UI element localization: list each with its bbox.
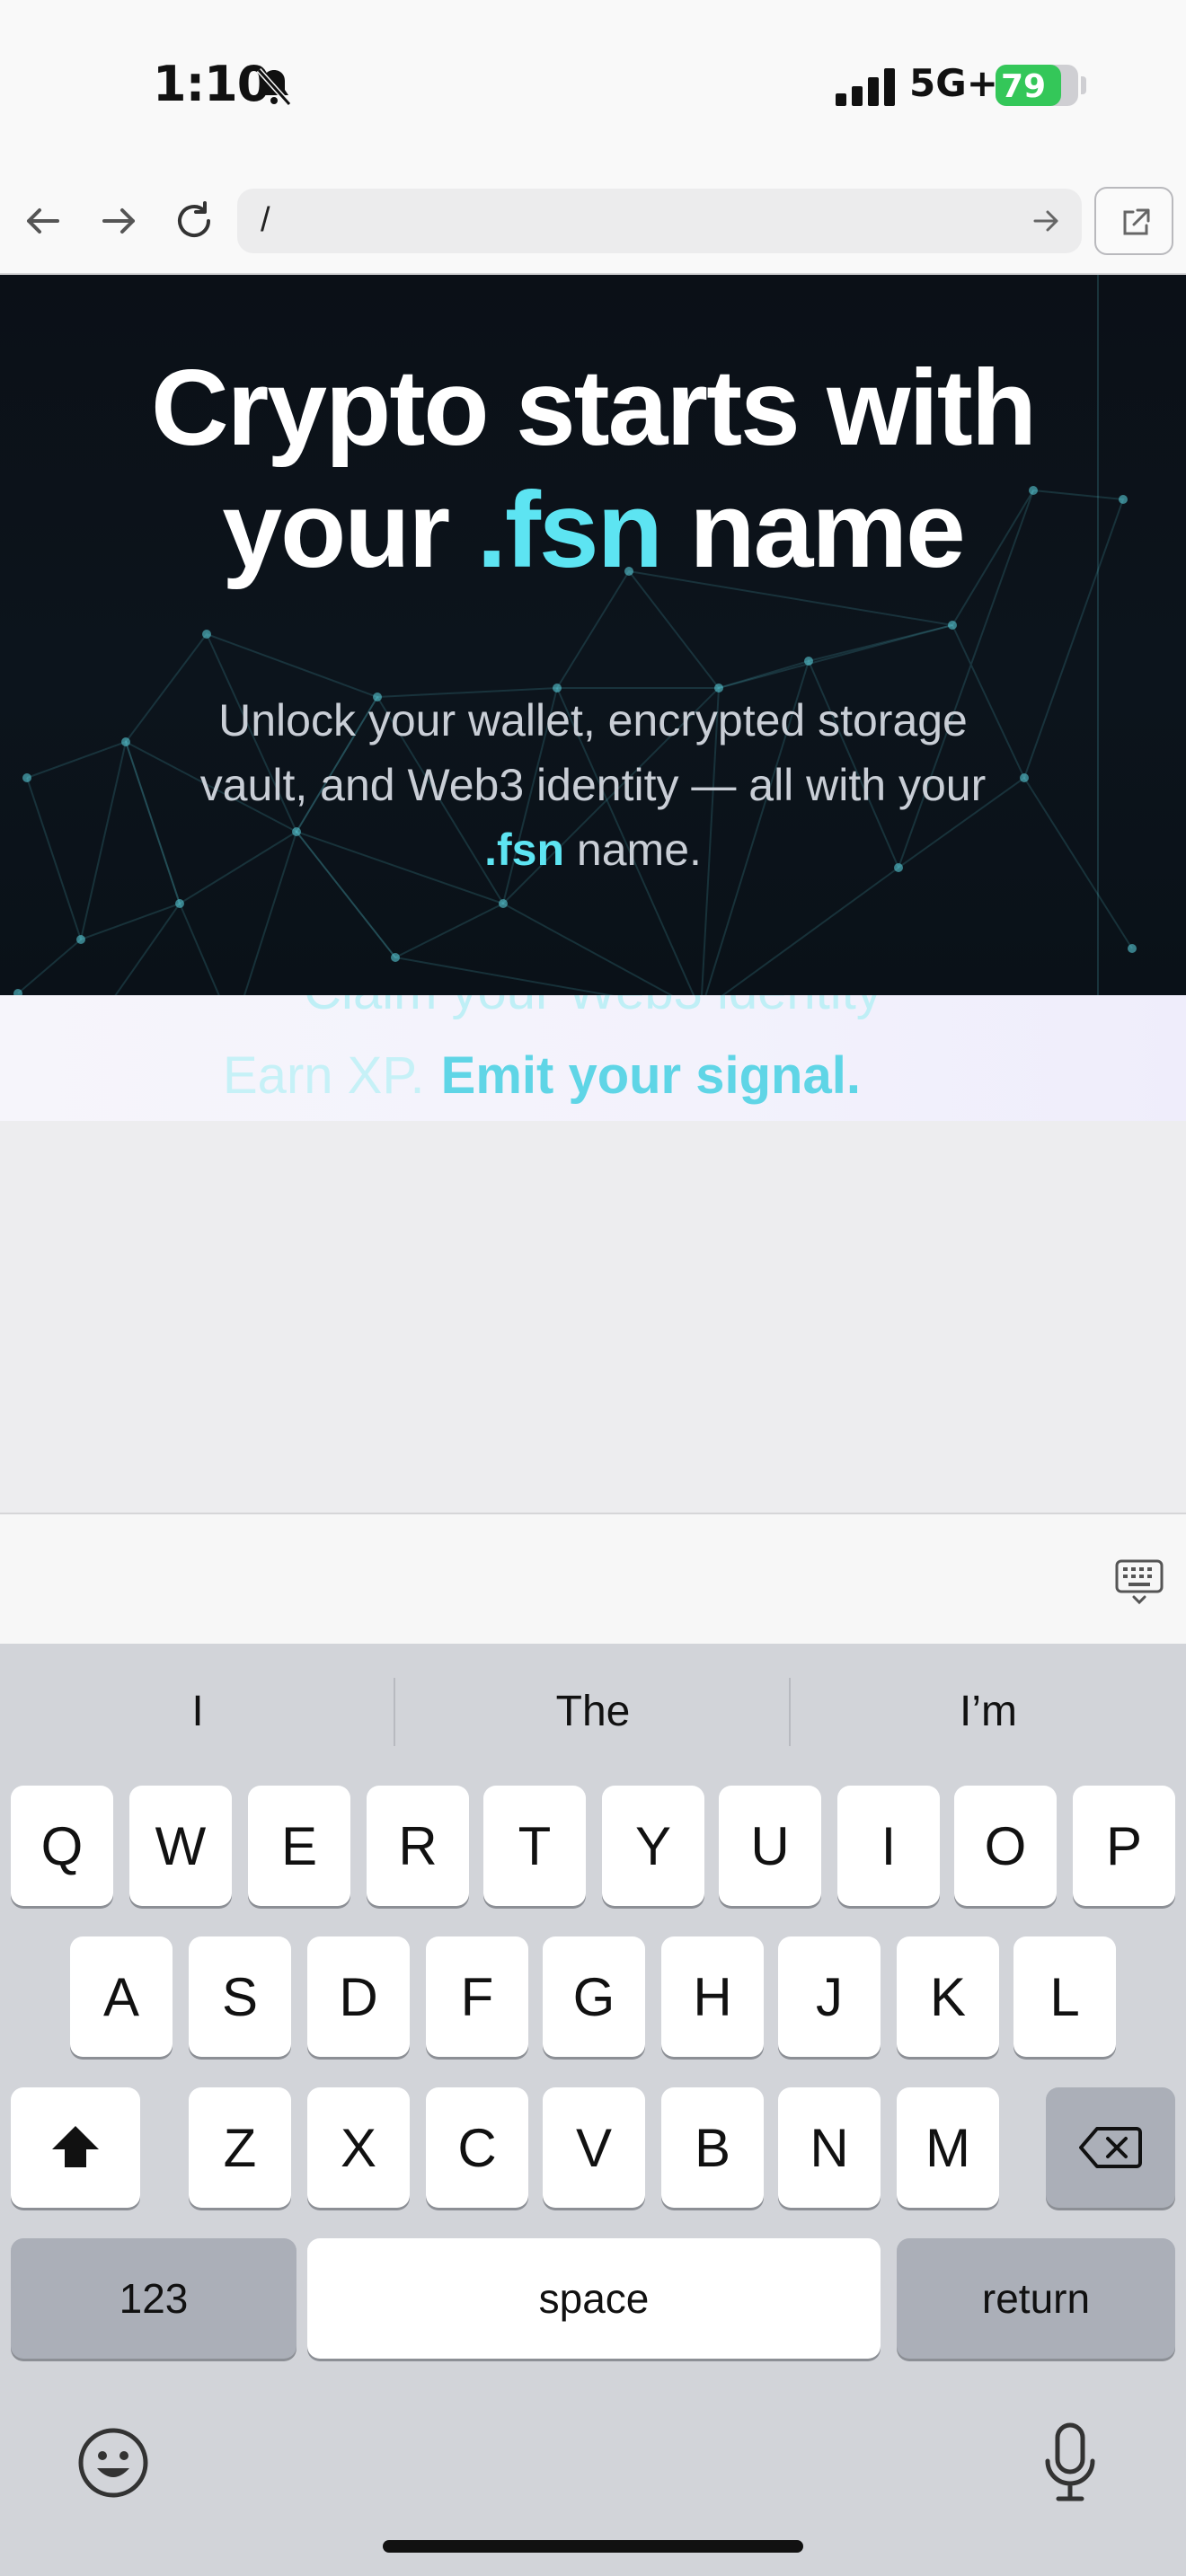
battery-nub: [1081, 76, 1086, 94]
key-i[interactable]: I: [837, 1786, 940, 1906]
battery-level: 79: [1001, 68, 1047, 105]
key-t[interactable]: T: [483, 1786, 586, 1906]
hero-title-accent: .fsn: [476, 470, 663, 590]
key-e[interactable]: E: [248, 1786, 350, 1906]
return-key[interactable]: return: [897, 2238, 1175, 2359]
key-d[interactable]: D: [307, 1936, 410, 2057]
suggestion-bar: I The I’m: [0, 1644, 1186, 1778]
bell-muted-icon: [256, 67, 292, 107]
key-b[interactable]: B: [661, 2087, 764, 2208]
earn-xp-text: Earn XP.: [223, 1046, 425, 1105]
shift-key[interactable]: [11, 2087, 140, 2208]
hero-subtitle-end: name.: [576, 825, 702, 875]
hero-title-line2: your .fsn name: [0, 469, 1186, 591]
key-a[interactable]: A: [70, 1936, 173, 2057]
hero-subtitle: Unlock your wallet, encrypted storage va…: [99, 688, 1087, 882]
key-n[interactable]: N: [778, 2087, 881, 2208]
hero-title-prefix: your: [222, 470, 450, 590]
backspace-key[interactable]: [1046, 2087, 1175, 2208]
forward-arrow-icon[interactable]: [93, 196, 144, 246]
url-bar[interactable]: /: [237, 189, 1082, 253]
key-k[interactable]: K: [897, 1936, 999, 2057]
suggestion-2[interactable]: The: [395, 1687, 791, 1736]
network-type: 5G+: [909, 61, 998, 105]
microphone-icon[interactable]: [1040, 2422, 1100, 2504]
key-z[interactable]: Z: [189, 2087, 291, 2208]
backspace-icon: [1079, 2127, 1142, 2168]
key-u[interactable]: U: [719, 1786, 821, 1906]
keyboard-accessory-bar: [0, 1513, 1186, 1645]
hero-subtitle-line2: vault, and Web3 identity — all with your: [199, 760, 987, 810]
key-o[interactable]: O: [954, 1786, 1057, 1906]
reload-icon[interactable]: [169, 196, 219, 246]
keyboard-dismiss-icon[interactable]: [1114, 1556, 1164, 1606]
open-external-button[interactable]: [1094, 187, 1173, 255]
suggestion-1[interactable]: I: [0, 1687, 395, 1736]
key-v[interactable]: V: [543, 2087, 645, 2208]
hero-subtitle-line1: Unlock your wallet, encrypted storage: [218, 695, 968, 745]
url-text: /: [261, 201, 270, 239]
hero-subtitle-accent: .fsn: [484, 825, 565, 875]
claim-tagline: Earn XP. Emit your signal.: [223, 1045, 861, 1106]
key-w[interactable]: W: [129, 1786, 232, 1906]
numbers-key[interactable]: 123: [11, 2238, 296, 2359]
claim-headline: Claim your Web3 identity: [0, 995, 1186, 1021]
key-s[interactable]: S: [189, 1936, 291, 2057]
hero-section: Crypto starts with your .fsn name Unlock…: [0, 275, 1186, 995]
key-y[interactable]: Y: [602, 1786, 704, 1906]
emit-signal-text: Emit your signal.: [440, 1046, 861, 1105]
key-p[interactable]: P: [1073, 1786, 1175, 1906]
hero-title: Crypto starts with your .fsn name: [0, 347, 1186, 591]
emoji-icon[interactable]: [75, 2425, 151, 2501]
browser-toolbar: /: [0, 171, 1186, 275]
shift-arrow-icon: [52, 2126, 99, 2167]
key-g[interactable]: G: [543, 1936, 645, 2057]
hero-title-line1: Crypto starts with: [150, 348, 1037, 468]
key-l[interactable]: L: [1013, 1936, 1116, 2057]
keyboard: I The I’m Q W E R T Y U I O P A S D F G …: [0, 1644, 1186, 2576]
hero-title-suffix: name: [689, 470, 965, 590]
suggestion-3[interactable]: I’m: [791, 1687, 1186, 1736]
key-c[interactable]: C: [426, 2087, 528, 2208]
signal-icon: [836, 68, 895, 106]
external-link-icon: [1123, 208, 1150, 235]
key-j[interactable]: J: [778, 1936, 881, 2057]
back-arrow-icon[interactable]: [18, 196, 68, 246]
key-h[interactable]: H: [661, 1936, 764, 2057]
home-indicator: [383, 2540, 803, 2553]
key-r[interactable]: R: [367, 1786, 469, 1906]
key-x[interactable]: X: [307, 2087, 410, 2208]
claim-banner: Claim your Web3 identity Earn XP. Emit yo…: [0, 995, 1186, 1121]
go-arrow-icon[interactable]: [1030, 205, 1062, 237]
key-f[interactable]: F: [426, 1936, 528, 2057]
key-q[interactable]: Q: [11, 1786, 113, 1906]
hero-subtitle-line3: .fsn name.: [99, 817, 1087, 882]
status-bar: 1:10 5G+ 79: [0, 0, 1186, 171]
battery-icon: 79: [996, 65, 1078, 106]
space-key[interactable]: space: [307, 2238, 881, 2359]
key-m[interactable]: M: [897, 2087, 999, 2208]
